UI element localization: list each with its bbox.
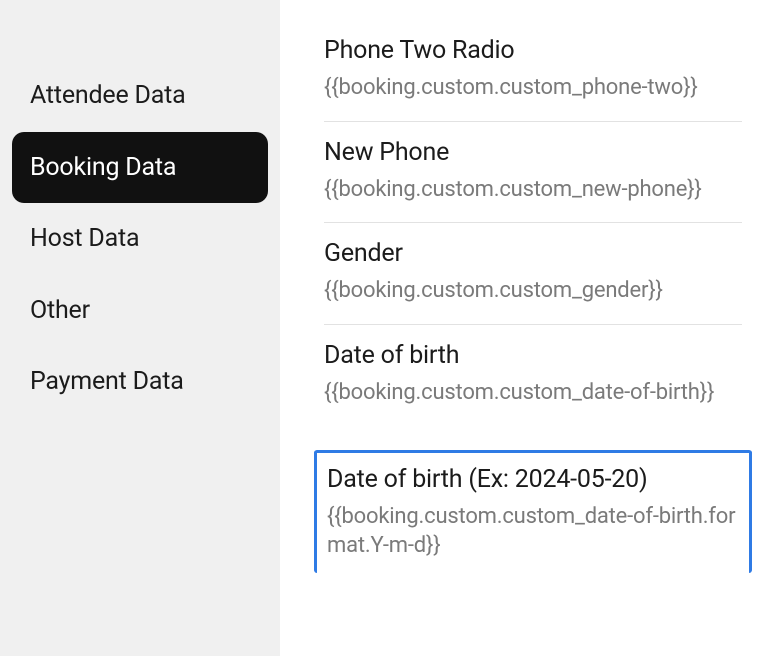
field-label: Gender [324,239,742,268]
field-label: Phone Two Radio [324,36,742,65]
sidebar-item-host-data[interactable]: Host Data [12,203,268,275]
field-row-date-of-birth-formatted[interactable]: Date of birth (Ex: 2024-05-20) {{booking… [314,450,752,573]
sidebar: Attendee Data Booking Data Host Data Oth… [0,0,280,656]
sidebar-item-attendee-data[interactable]: Attendee Data [12,60,268,132]
field-code: {{booking.custom.custom_gender}} [324,276,742,306]
field-label: Date of birth [324,341,742,370]
field-code: {{booking.custom.custom_date-of-birth.fo… [327,502,739,561]
field-label: Date of birth (Ex: 2024-05-20) [327,465,739,494]
field-code: {{booking.custom.custom_phone-two}} [324,73,742,103]
field-row-new-phone[interactable]: New Phone {{booking.custom.custom_new-ph… [324,122,742,224]
field-code: {{booking.custom.custom_new-phone}} [324,175,742,205]
field-label: New Phone [324,138,742,167]
sidebar-item-booking-data[interactable]: Booking Data [12,132,268,204]
content-panel: Phone Two Radio {{booking.custom.custom_… [280,0,784,656]
field-row-gender[interactable]: Gender {{booking.custom.custom_gender}} [324,223,742,325]
app-root: Attendee Data Booking Data Host Data Oth… [0,0,784,656]
sidebar-item-other[interactable]: Other [12,275,268,347]
field-code: {{booking.custom.custom_date-of-birth}} [324,378,742,408]
sidebar-item-payment-data[interactable]: Payment Data [12,346,268,418]
field-row-date-of-birth[interactable]: Date of birth {{booking.custom.custom_da… [324,325,742,426]
field-row-phone-two-radio[interactable]: Phone Two Radio {{booking.custom.custom_… [324,20,742,122]
